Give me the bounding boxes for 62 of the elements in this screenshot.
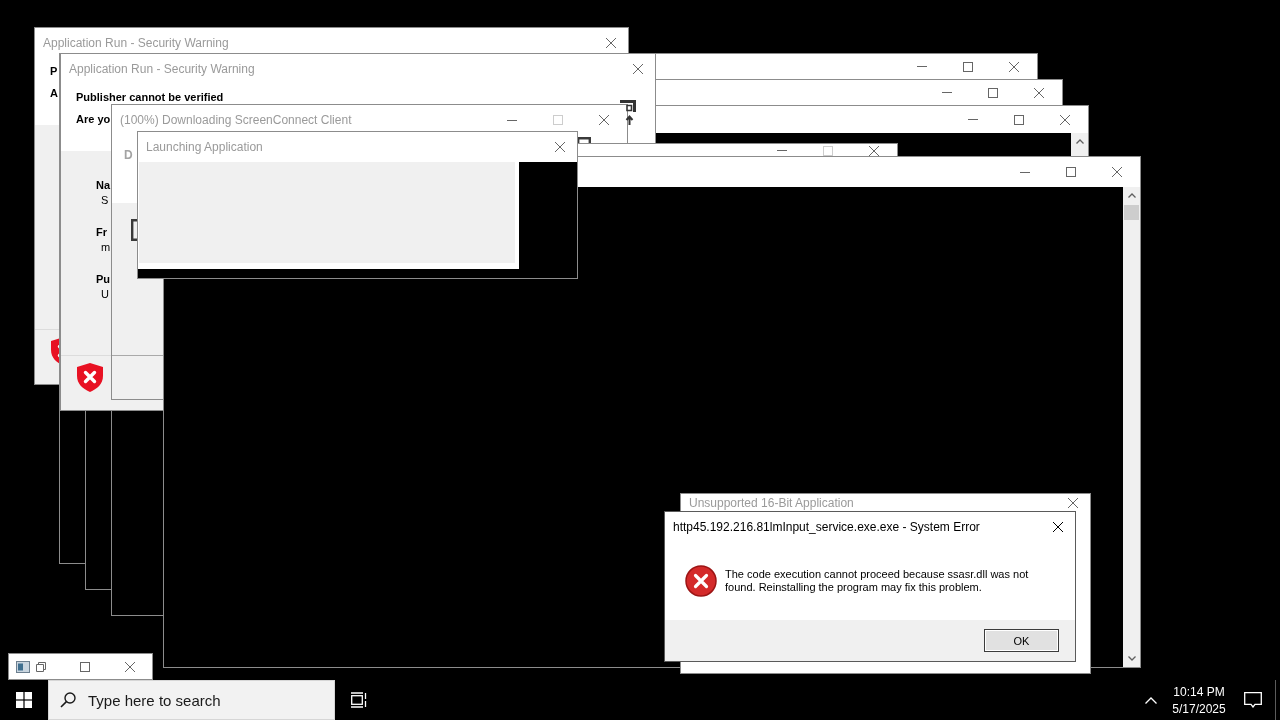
close-icon: [1053, 522, 1063, 532]
maximize-icon: [1066, 167, 1076, 177]
maximize-icon: [79, 661, 90, 672]
field-label: Fr: [96, 226, 107, 239]
warning-heading: A: [50, 87, 58, 100]
search-field[interactable]: Type here to search: [88, 691, 288, 709]
minimize-icon: [968, 119, 978, 120]
close-icon: [633, 64, 643, 74]
minimize-icon: [917, 66, 927, 67]
error-icon: [685, 565, 717, 597]
chevron-up-icon: [1075, 139, 1084, 144]
close-icon: [1112, 167, 1122, 177]
frame-icon: [577, 137, 591, 144]
close-icon: [606, 38, 616, 48]
close-icon: [1060, 114, 1070, 125]
window-thumbnail-icon: [16, 660, 30, 673]
window-title: (100%) Downloading ScreenConnect Client: [120, 113, 352, 127]
four-squares-icon: [16, 692, 32, 708]
minimize-icon: [507, 119, 517, 121]
field-value: S: [101, 194, 109, 207]
restore-icon: [36, 661, 46, 672]
bracket-icon: [131, 219, 137, 241]
close-icon: [555, 142, 565, 152]
task-view-icon: [351, 692, 367, 708]
maximize-icon: [988, 87, 998, 98]
shield-icon: [77, 363, 103, 392]
chevron-up-icon: [1127, 193, 1136, 198]
window-title: http45.192.216.81lmInput_service.exe.exe - System Error: [673, 520, 980, 534]
close-icon: [1068, 498, 1078, 508]
clock-button[interactable]: 10:14 PM 5/17/2025: [1163, 680, 1235, 720]
warning-heading: Are yo: [76, 113, 111, 126]
speech-bubble-icon: [1244, 692, 1262, 708]
close-icon: [1009, 61, 1019, 72]
minimize-icon: [942, 92, 952, 93]
window-title: Application Run - Security Warning: [43, 36, 229, 50]
scrollbar-thumb[interactable]: [1124, 205, 1139, 220]
close-icon: [869, 145, 879, 156]
chevron-down-icon: [1127, 656, 1136, 661]
field-label: Pu: [96, 273, 111, 286]
error-message: The code execution cannot proceed because ssasr.dll was not found. Reinstalling the program may fix this problem.: [725, 568, 1030, 594]
field-value: m: [101, 241, 111, 254]
maximize-icon: [963, 61, 973, 72]
maximize-icon: [823, 145, 833, 156]
window-title: Unsupported 16-Bit Application: [689, 496, 854, 510]
maximize-icon: [1014, 114, 1024, 125]
window-title: Application Run - Security Warning: [69, 62, 255, 76]
close-icon: [124, 661, 135, 672]
status-text: D: [124, 149, 133, 161]
minimize-icon: [1020, 171, 1030, 173]
search-box[interactable]: Type here to search: [48, 680, 335, 720]
search-icon: [60, 692, 76, 708]
warning-heading: Publisher cannot be verified: [76, 91, 224, 104]
minimize-icon: [777, 150, 787, 151]
chevron-up-icon: [1145, 696, 1157, 704]
ok-button[interactable]: OK: [984, 629, 1059, 652]
warning-heading: P: [50, 65, 58, 78]
window-title: Launching Application: [146, 140, 263, 154]
maximize-icon: [553, 115, 563, 125]
field-value: U: [101, 288, 109, 301]
close-icon: [1034, 87, 1044, 98]
close-icon: [599, 115, 609, 125]
field-label: Na: [96, 179, 111, 192]
